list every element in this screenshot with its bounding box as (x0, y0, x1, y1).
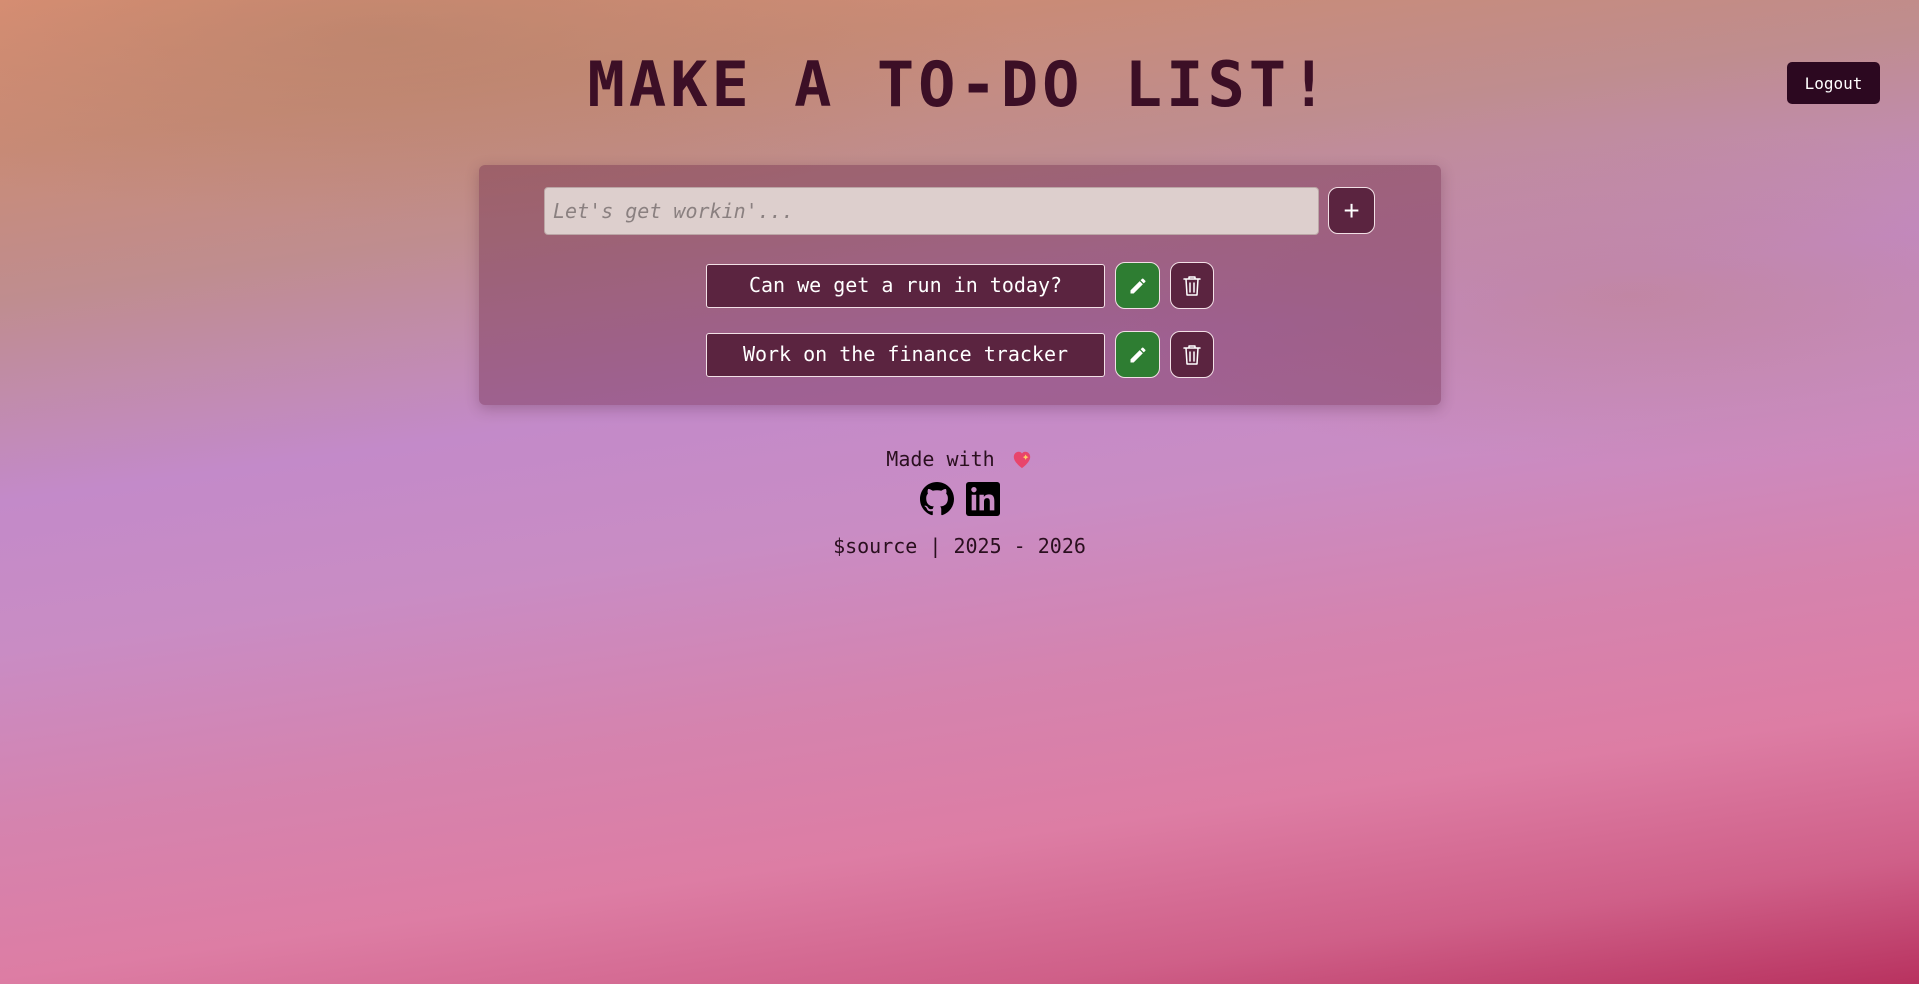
page-title: MAKE A TO-DO LIST! (587, 48, 1332, 121)
edit-todo-button[interactable] (1115, 262, 1160, 309)
task-input[interactable]: Let's get workin'... (544, 187, 1319, 235)
trash-icon (1183, 344, 1201, 365)
social-links (920, 482, 1000, 516)
heart-icon (1013, 451, 1030, 469)
task-input-placeholder: Let's get workin'... (553, 199, 794, 223)
made-with-line: Made with (0, 446, 1919, 472)
delete-todo-button[interactable] (1170, 262, 1214, 309)
github-icon (920, 482, 954, 516)
linkedin-link[interactable] (966, 482, 1000, 516)
pencil-icon (1130, 346, 1146, 362)
edit-todo-button[interactable] (1115, 331, 1160, 378)
linkedin-icon (966, 482, 1000, 516)
pencil-icon (1130, 277, 1146, 293)
github-link[interactable] (920, 482, 954, 516)
trash-icon (1183, 275, 1201, 296)
add-task-button[interactable]: + (1328, 187, 1375, 234)
made-with-text: Made with (886, 447, 995, 471)
source-line: $source | 2025 - 2026 (833, 534, 1086, 558)
delete-todo-button[interactable] (1170, 331, 1214, 378)
logout-button[interactable]: Logout (1787, 62, 1880, 104)
todo-item[interactable]: Can we get a run in today? (706, 264, 1105, 308)
todo-item[interactable]: Work on the finance tracker (706, 333, 1105, 377)
